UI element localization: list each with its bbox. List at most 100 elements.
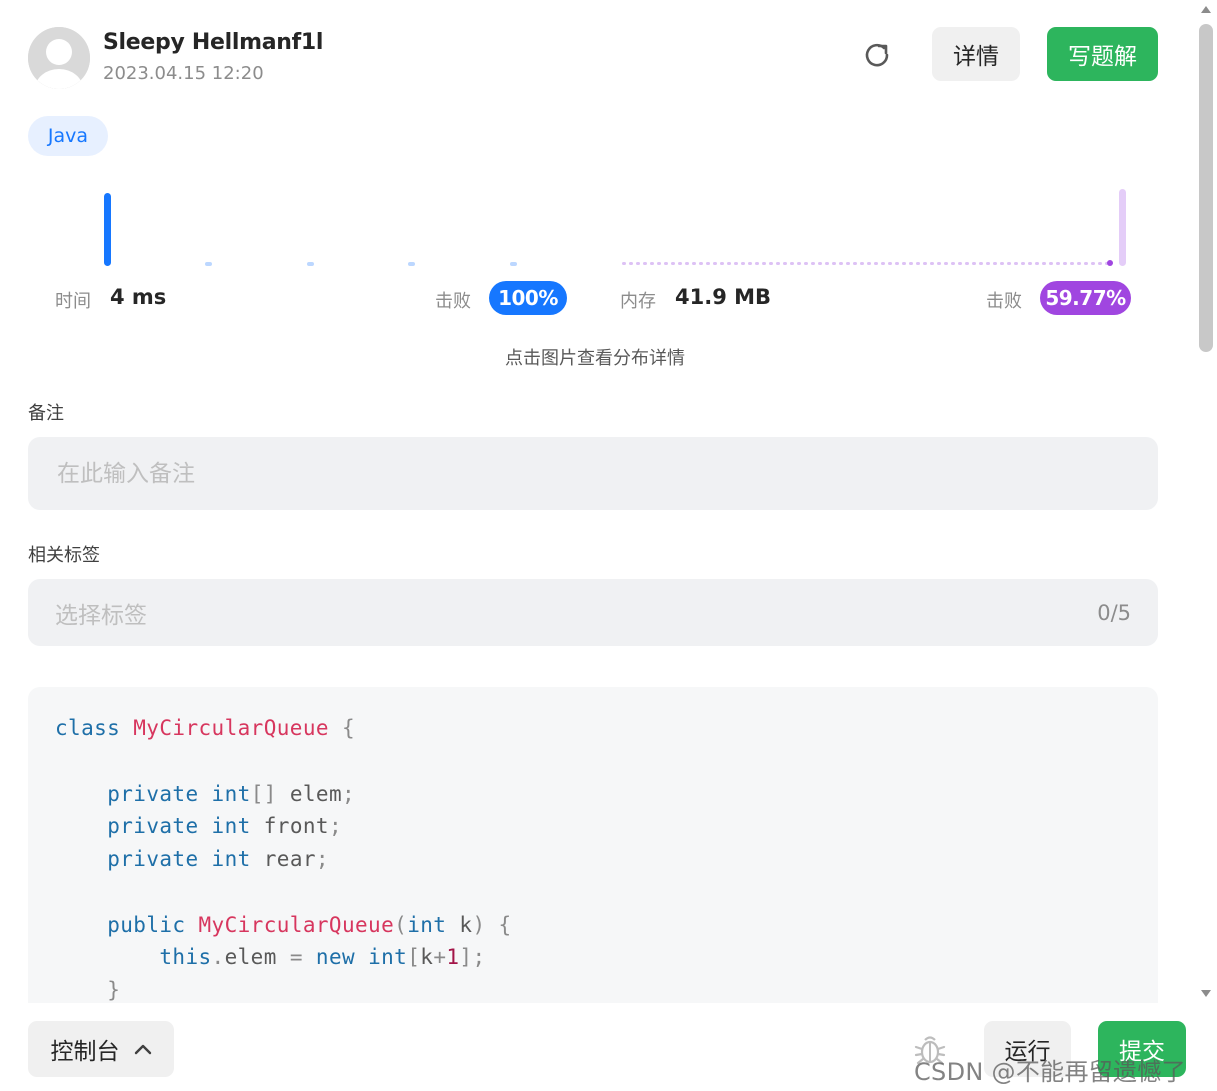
scroll-up-arrow[interactable] bbox=[1198, 0, 1214, 13]
code-line: class MyCircularQueue { bbox=[55, 716, 356, 740]
memory-bar bbox=[713, 262, 717, 265]
memory-bar bbox=[776, 262, 780, 265]
memory-bar bbox=[895, 262, 899, 265]
memory-bar bbox=[909, 262, 913, 265]
memory-bar bbox=[874, 262, 878, 265]
memory-bar bbox=[734, 262, 738, 265]
chevron-up-icon bbox=[134, 1044, 151, 1055]
memory-bar bbox=[818, 262, 822, 265]
memory-bar bbox=[1042, 262, 1046, 265]
scroll-down-arrow[interactable] bbox=[1198, 985, 1214, 997]
memory-bar bbox=[1091, 262, 1095, 265]
memory-distribution-chart[interactable] bbox=[620, 180, 1140, 275]
distribution-hint: 点击图片查看分布详情 bbox=[505, 348, 685, 369]
memory-bar bbox=[622, 262, 626, 265]
memory-bar bbox=[657, 262, 661, 265]
notes-label: 备注 bbox=[28, 403, 64, 424]
code-line: private int[] elem; bbox=[107, 782, 356, 806]
memory-bar bbox=[643, 262, 647, 265]
code-line: private int rear; bbox=[107, 847, 329, 871]
memory-bar bbox=[748, 262, 752, 265]
memory-bar bbox=[916, 262, 920, 265]
memory-bar bbox=[1049, 262, 1053, 265]
detail-button[interactable]: 详情 bbox=[932, 27, 1020, 81]
write-solution-button[interactable]: 写题解 bbox=[1047, 27, 1158, 81]
memory-bar bbox=[720, 262, 724, 265]
runtime-bar bbox=[408, 262, 415, 266]
memory-bar bbox=[832, 262, 836, 265]
memory-bar bbox=[671, 262, 675, 265]
username[interactable]: Sleepy Hellmanf1l bbox=[103, 30, 323, 55]
memory-bar bbox=[741, 262, 745, 265]
code-line: } bbox=[107, 978, 121, 1002]
memory-bar bbox=[979, 262, 983, 265]
memory-bar bbox=[867, 262, 871, 265]
runtime-bar bbox=[205, 262, 212, 266]
memory-bar bbox=[1063, 262, 1067, 265]
avatar[interactable] bbox=[28, 27, 90, 89]
memory-bar bbox=[1007, 262, 1011, 265]
memory-bar bbox=[930, 262, 934, 265]
memory-bar bbox=[923, 262, 927, 265]
runtime-current-bar bbox=[104, 193, 111, 266]
memory-bar bbox=[993, 262, 997, 265]
tags-placeholder: 选择标签 bbox=[55, 602, 147, 629]
memory-bar bbox=[769, 262, 773, 265]
memory-bar bbox=[727, 262, 731, 265]
memory-bar bbox=[1070, 262, 1074, 265]
memory-bar bbox=[1077, 262, 1081, 265]
triangle-up-icon bbox=[1201, 6, 1211, 13]
memory-bar bbox=[888, 262, 892, 265]
notes-input[interactable] bbox=[28, 437, 1158, 510]
memory-bar bbox=[1000, 262, 1004, 265]
refresh-button[interactable] bbox=[858, 37, 896, 73]
memory-value: 41.9 MB bbox=[675, 285, 772, 309]
runtime-distribution-chart[interactable] bbox=[50, 180, 570, 275]
runtime-beat-badge: 100% bbox=[489, 281, 567, 315]
memory-bar bbox=[1028, 262, 1032, 265]
notes-field[interactable] bbox=[28, 437, 1158, 510]
console-button[interactable]: 控制台 bbox=[28, 1021, 174, 1077]
memory-bar bbox=[797, 262, 801, 265]
memory-bar bbox=[664, 262, 668, 265]
user-avatar-icon bbox=[28, 27, 90, 89]
memory-bar bbox=[762, 262, 766, 265]
tags-count: 0/5 bbox=[1097, 600, 1131, 625]
memory-bar bbox=[692, 262, 696, 265]
console-label: 控制台 bbox=[50, 1039, 120, 1065]
memory-bar bbox=[986, 262, 990, 265]
runtime-bar bbox=[510, 262, 517, 266]
code-line: this.elem = new int[k+1]; bbox=[159, 945, 486, 969]
code-line: public MyCircularQueue(int k) { bbox=[107, 913, 512, 937]
memory-bar bbox=[1014, 262, 1018, 265]
tags-select[interactable]: 选择标签 0/5 bbox=[28, 579, 1158, 646]
memory-bar bbox=[783, 262, 787, 265]
memory-bar bbox=[650, 262, 654, 265]
memory-bar bbox=[1098, 262, 1102, 265]
code-block[interactable]: class MyCircularQueue { private int[] el… bbox=[28, 687, 1158, 1017]
tags-label: 相关标签 bbox=[28, 545, 100, 566]
runtime-bar bbox=[307, 262, 314, 266]
memory-bar bbox=[678, 262, 682, 265]
memory-bar bbox=[1021, 262, 1025, 265]
memory-bar bbox=[881, 262, 885, 265]
memory-bar bbox=[629, 262, 633, 265]
scrollbar-thumb[interactable] bbox=[1199, 24, 1213, 352]
memory-label: 内存 bbox=[620, 291, 656, 312]
runtime-label: 时间 bbox=[55, 291, 91, 312]
memory-bar bbox=[1084, 262, 1088, 265]
memory-bar bbox=[951, 262, 955, 265]
refresh-icon bbox=[865, 43, 889, 67]
memory-bar bbox=[958, 262, 962, 265]
memory-bar bbox=[846, 262, 850, 265]
memory-bar bbox=[937, 262, 941, 265]
watermark: CSDN @不能再留遗憾了 bbox=[914, 1058, 1186, 1086]
memory-bar bbox=[755, 262, 759, 265]
memory-bar bbox=[972, 262, 976, 265]
triangle-down-icon bbox=[1201, 990, 1211, 997]
language-tag[interactable]: Java bbox=[28, 116, 108, 156]
memory-beat-badge: 59.77% bbox=[1040, 281, 1131, 315]
memory-bar bbox=[1056, 262, 1060, 265]
memory-bar bbox=[1119, 189, 1126, 266]
memory-bar bbox=[685, 262, 689, 265]
